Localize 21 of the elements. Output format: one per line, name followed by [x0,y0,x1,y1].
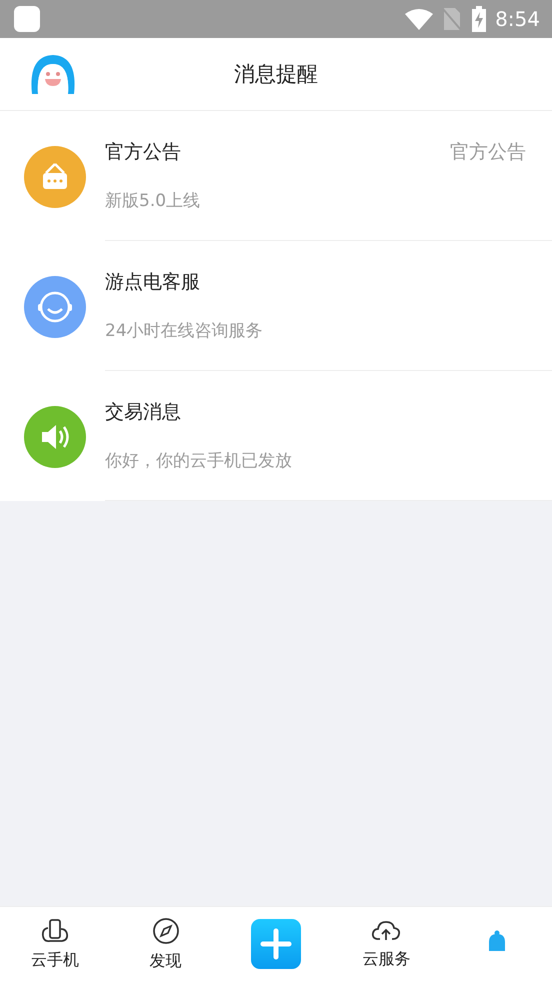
status-time: 8:54 [495,7,540,31]
compass-icon [152,916,180,944]
message-preview: 24小时在线咨询服务 [105,320,264,342]
app-notification-icon [14,6,40,32]
phone-tab[interactable]: 云手机 [0,907,110,981]
message-title[interactable]: 官方公告 [105,139,181,165]
compass-tab[interactable]: 发现 [110,907,221,981]
wifi-icon [405,8,434,30]
cloud-upload-icon [371,918,402,942]
page-title: 消息提醒 [234,61,318,88]
cloud-phone-icon [40,918,70,944]
no-sim-icon [443,7,462,31]
message-tag: 官方公告 [450,139,526,165]
battery-icon [471,6,488,32]
message-preview: 新版5.0上线 [105,190,202,212]
ghost-logo-icon [30,54,76,94]
message-preview: 你好，你的云手机已发放 [105,450,293,472]
cloud-tab[interactable]: 云服务 [331,907,442,981]
message-title[interactable]: 游点电客服 [105,269,200,295]
message-title[interactable]: 交易消息 [105,399,181,425]
add-icon [251,919,302,969]
